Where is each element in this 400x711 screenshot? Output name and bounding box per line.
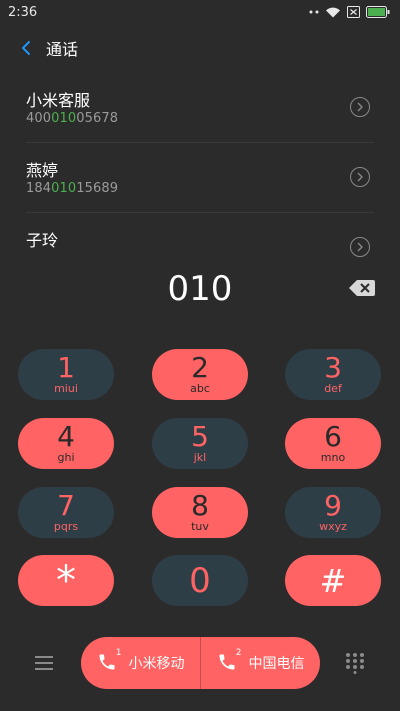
key-digit: 6: [324, 420, 342, 453]
key-digit: *: [56, 557, 76, 604]
status-time: 2:36: [8, 4, 38, 20]
key-digit: 9: [324, 489, 342, 522]
key-4[interactable]: 4 ghi: [18, 418, 114, 469]
carrier-label: 中国电信: [248, 656, 305, 672]
back-button[interactable]: [14, 36, 38, 60]
chevron-right-icon: [357, 242, 363, 252]
key-6[interactable]: 6 mno: [285, 418, 381, 469]
key-letters: def: [324, 382, 342, 395]
backspace-icon: [349, 280, 375, 296]
number-match-highlight: 010: [51, 181, 77, 196]
contact-detail-button[interactable]: [350, 167, 370, 187]
menu-icon: [35, 656, 53, 670]
key-letters: mno: [320, 451, 346, 464]
contact-item[interactable]: 燕婷 18401015689: [26, 143, 374, 213]
dialer-screen: 2:36 通话 小米客服 40001005678 燕婷 18401015689 …: [0, 0, 400, 711]
key-digit: 2: [191, 351, 209, 384]
key-digit: 4: [57, 420, 75, 453]
contact-name: 小米客服: [26, 91, 91, 110]
key-1[interactable]: 1 miui: [18, 349, 114, 400]
contact-detail-button[interactable]: [350, 97, 370, 117]
phone-icon: 1: [97, 648, 122, 674]
key-letters: jkl: [193, 451, 207, 464]
contact-detail-button[interactable]: [350, 237, 370, 257]
sim-slot-number: 1: [115, 648, 122, 658]
carrier-label: 小米移动: [128, 656, 185, 672]
more-dots-icon: [309, 10, 319, 14]
key-2[interactable]: 2 abc: [152, 349, 248, 400]
contact-number: 40001005678: [26, 111, 119, 126]
key-9[interactable]: 9 wxyz: [285, 487, 381, 538]
key-hash[interactable]: #: [285, 555, 381, 606]
dialpad-icon: [346, 653, 364, 674]
contact-item[interactable]: 小米客服 40001005678: [26, 73, 374, 143]
key-letters: pqrs: [53, 520, 79, 533]
key-digit: 3: [324, 351, 342, 384]
dialpad-toggle-button[interactable]: [345, 652, 365, 674]
key-letters: ghi: [57, 451, 75, 464]
key-letters: tuv: [191, 520, 209, 533]
backspace-button[interactable]: [348, 278, 376, 298]
key-digit: 0: [189, 560, 211, 601]
key-digit: 8: [191, 489, 209, 522]
contact-suggestion-list: 小米客服 40001005678 燕婷 18401015689 子玲: [0, 73, 400, 263]
page-title: 通话: [46, 40, 79, 59]
key-digit: 5: [191, 420, 209, 453]
chevron-left-icon: [22, 41, 30, 55]
header: 通话: [0, 30, 400, 66]
status-bar: 2:36: [0, 0, 400, 24]
contact-name: 燕婷: [26, 161, 59, 180]
key-letters: miui: [54, 382, 78, 395]
no-sim-icon: [347, 6, 360, 18]
chevron-right-icon: [357, 102, 363, 112]
call-sim1-button[interactable]: 1 小米移动: [81, 637, 200, 689]
key-letters: wxyz: [319, 520, 347, 533]
sim-slot-number: 2: [235, 648, 242, 658]
wifi-icon: [325, 6, 341, 18]
key-3[interactable]: 3 def: [285, 349, 381, 400]
key-0[interactable]: 0: [152, 555, 248, 606]
contact-item[interactable]: 子玲: [26, 213, 374, 263]
key-7[interactable]: 7 pqrs: [18, 487, 114, 538]
contact-number: 18401015689: [26, 181, 119, 196]
key-8[interactable]: 8 tuv: [152, 487, 248, 538]
battery-icon: [366, 6, 390, 18]
key-digit: #: [319, 561, 347, 600]
contact-name: 子玲: [26, 231, 59, 250]
dial-display: 010: [0, 262, 400, 316]
key-letters: abc: [190, 382, 210, 395]
status-icons: [309, 6, 390, 18]
bottom-bar: 1 小米移动 2 中国电信: [0, 636, 400, 690]
key-digit: 1: [57, 351, 75, 384]
menu-button[interactable]: [34, 654, 54, 672]
phone-icon: 2: [217, 648, 242, 674]
call-sim2-button[interactable]: 2 中国电信: [200, 637, 320, 689]
key-5[interactable]: 5 jkl: [152, 418, 248, 469]
number-match-highlight: 010: [51, 111, 77, 126]
chevron-right-icon: [357, 172, 363, 182]
key-star[interactable]: *: [18, 555, 114, 606]
dialed-number: 010: [167, 269, 233, 309]
key-digit: 7: [57, 489, 75, 522]
call-button-group: 1 小米移动 2 中国电信: [81, 637, 320, 689]
